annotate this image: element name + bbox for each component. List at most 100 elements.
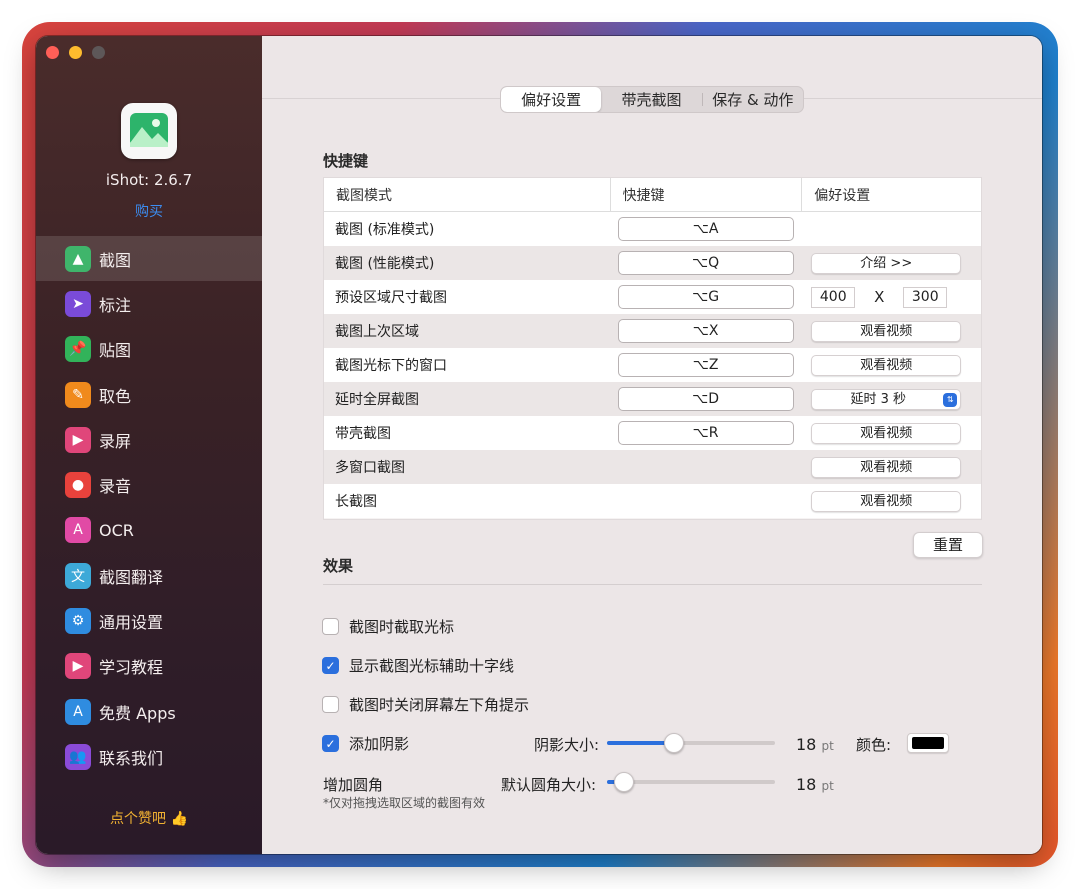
row-pref-cell: 观看视频 — [801, 422, 981, 444]
sidebar-item-2[interactable]: 📌 贴图 — [36, 327, 262, 372]
shadow-label: 添加阴影 — [349, 735, 410, 753]
capture-cursor-checkbox[interactable] — [322, 618, 339, 635]
close-button[interactable] — [46, 46, 59, 59]
capture-cursor-option[interactable]: 截图时截取光标 — [322, 616, 454, 637]
corner-size-label: 默认圆角大小: — [501, 776, 597, 794]
row-mode: 长截图 — [335, 494, 377, 510]
sidebar-item-10[interactable]: A 免费 Apps — [36, 689, 262, 734]
app-window: iShot: 2.6.7 购买 ▲ 截图 ➤ 标注 📌 贴图 ✎ 取色 ▶ 录屏 ● 录音 A OCR 文截… — [36, 36, 1042, 854]
region-height-input[interactable]: 300 — [903, 286, 948, 308]
table-row: 截图上次区域 ⌥X 观看视频 — [324, 314, 981, 348]
sidebar-item-label: 通用设置 — [99, 613, 164, 633]
crosshair-label: 显示截图光标辅助十字线 — [349, 657, 515, 675]
shadow-option[interactable]: ✓ 添加阴影 — [322, 733, 409, 754]
row-shortcut-cell: ⌥R — [610, 421, 802, 445]
header-preferences: 偏好设置 — [801, 177, 981, 212]
table-header: 截图模式 快捷键 偏好设置 — [324, 177, 981, 212]
sidebar-item-11[interactable]: 👥 联系我们 — [36, 734, 262, 779]
screen-record-icon: ▶ — [65, 426, 91, 453]
corner-note: *仅对拖拽选取区域的截图有效 — [323, 796, 486, 810]
sidebar-item-label: 取色 — [99, 386, 132, 406]
corner-size-slider[interactable] — [607, 772, 775, 792]
shadow-size-slider[interactable] — [607, 733, 775, 753]
close-hint-label: 截图时关闭屏幕左下角提示 — [349, 696, 530, 714]
sidebar-item-label: 录屏 — [99, 431, 132, 451]
shortcut-field[interactable]: ⌥G — [617, 285, 794, 309]
main-panel: 偏好设置 带壳截图 保存 & 动作 快捷键 截图模式 快捷键 偏好设置 截图 (… — [262, 36, 1042, 854]
like-link[interactable]: 点个赞吧 👍 — [36, 808, 262, 828]
crosshair-option[interactable]: ✓ 显示截图光标辅助十字线 — [322, 655, 514, 676]
microphone-icon: ● — [65, 472, 91, 499]
shadow-color-well[interactable] — [907, 733, 949, 753]
table-row: 截图 (标准模式) ⌥A — [324, 212, 981, 246]
buy-link[interactable]: 购买 — [36, 201, 262, 221]
row-action-button[interactable]: 观看视频 — [811, 456, 962, 478]
delay-select-value: 延时 3 秒 — [850, 391, 907, 407]
ocr-icon: A — [65, 517, 91, 544]
zoom-button[interactable] — [92, 46, 105, 59]
sidebar-item-6[interactable]: A OCR — [36, 508, 262, 553]
region-width-input[interactable]: 400 — [811, 286, 856, 308]
row-action-button[interactable]: 观看视频 — [811, 320, 962, 342]
sidebar-item-8[interactable]: ⚙ 通用设置 — [36, 598, 262, 643]
shortcut-field[interactable]: ⌥X — [617, 319, 794, 343]
table-row: 截图光标下的窗口 ⌥Z 观看视频 — [324, 348, 981, 382]
shadow-checkbox[interactable]: ✓ — [322, 735, 339, 752]
shortcut-field[interactable]: ⌥Z — [617, 353, 794, 377]
translate-icon: 文 — [65, 562, 91, 589]
row-shortcut-cell: ⌥G — [610, 285, 802, 309]
app-store-icon: A — [65, 698, 91, 725]
table-row: 多窗口截图 观看视频 — [324, 450, 981, 484]
shadow-color-swatch — [912, 737, 944, 749]
sidebar-item-label: 标注 — [99, 295, 132, 315]
tab-preferences[interactable]: 偏好设置 — [501, 87, 602, 112]
shortcut-field[interactable]: ⌥D — [617, 387, 794, 411]
close-hint-checkbox[interactable] — [322, 696, 339, 713]
sidebar-item-label: 截图 — [99, 250, 132, 270]
shadow-size-value: 18 pt — [796, 735, 834, 754]
contact-icon: 👥 — [65, 743, 91, 770]
sidebar-item-5[interactable]: ● 录音 — [36, 462, 262, 507]
sidebar-item-1[interactable]: ➤ 标注 — [36, 281, 262, 326]
delay-select[interactable]: 延时 3 秒 ⇅ — [811, 388, 962, 410]
row-action-button[interactable]: 介绍 >> — [811, 252, 962, 274]
header-shortcut: 快捷键 — [609, 177, 802, 212]
sidebar-item-7[interactable]: 文截图翻译 — [36, 553, 262, 598]
shadow-color-label: 颜色: — [856, 736, 892, 754]
row-action-button[interactable]: 观看视频 — [811, 490, 962, 512]
table-row: 带壳截图 ⌥R 观看视频 — [324, 416, 981, 450]
shortcut-field[interactable]: ⌥Q — [617, 251, 794, 275]
row-action-button[interactable]: 观看视频 — [811, 422, 962, 444]
tutorial-icon: ▶ — [65, 653, 91, 680]
row-mode: 截图上次区域 — [335, 324, 419, 340]
row-shortcut-cell: ⌥D — [610, 387, 802, 411]
row-mode: 预设区域尺寸截图 — [335, 290, 447, 306]
sidebar-item-9[interactable]: ▶ 学习教程 — [36, 644, 262, 689]
sidebar-item-4[interactable]: ▶ 录屏 — [36, 417, 262, 462]
sidebar-nav: ▲ 截图 ➤ 标注 📌 贴图 ✎ 取色 ▶ 录屏 ● 录音 A OCR 文截图翻译 ⚙ 通用设置 ▶ 学习教程 A 免费… — [36, 236, 262, 780]
sidebar-item-label: 免费 Apps — [99, 703, 176, 723]
row-mode: 截图光标下的窗口 — [335, 358, 447, 374]
sidebar-item-label: OCR — [99, 520, 134, 540]
screenshot-icon: ▲ — [65, 245, 91, 272]
shadow-slider-knob[interactable] — [664, 733, 685, 753]
close-hint-option[interactable]: 截图时关闭屏幕左下角提示 — [322, 694, 529, 715]
row-shortcut-cell: ⌥X — [610, 319, 802, 343]
sidebar-item-3[interactable]: ✎ 取色 — [36, 372, 262, 417]
minimize-button[interactable] — [69, 46, 82, 59]
shortcut-table: 截图模式 快捷键 偏好设置 截图 (标准模式) ⌥A 截图 (性能模式) ⌥Q 介绍 >… — [323, 177, 982, 520]
row-action-button[interactable]: 观看视频 — [811, 354, 962, 376]
crosshair-checkbox[interactable]: ✓ — [322, 657, 339, 674]
reset-button[interactable]: 重置 — [913, 532, 983, 558]
shortcut-field[interactable]: ⌥A — [617, 217, 794, 241]
tab-save-actions[interactable]: 保存 & 动作 — [703, 87, 803, 112]
tab-framed-screenshot[interactable]: 带壳截图 — [601, 87, 701, 112]
row-pref-cell: 400 X 300 — [801, 286, 981, 308]
window-controls — [46, 46, 105, 59]
row-mode: 截图 (性能模式) — [335, 256, 435, 272]
corner-slider-knob[interactable] — [613, 772, 634, 792]
sidebar-item-0[interactable]: ▲ 截图 — [36, 236, 262, 282]
shortcut-field[interactable]: ⌥R — [617, 421, 794, 445]
row-mode: 截图 (标准模式) — [335, 222, 435, 238]
row-pref-cell: 延时 3 秒 ⇅ — [801, 388, 981, 410]
